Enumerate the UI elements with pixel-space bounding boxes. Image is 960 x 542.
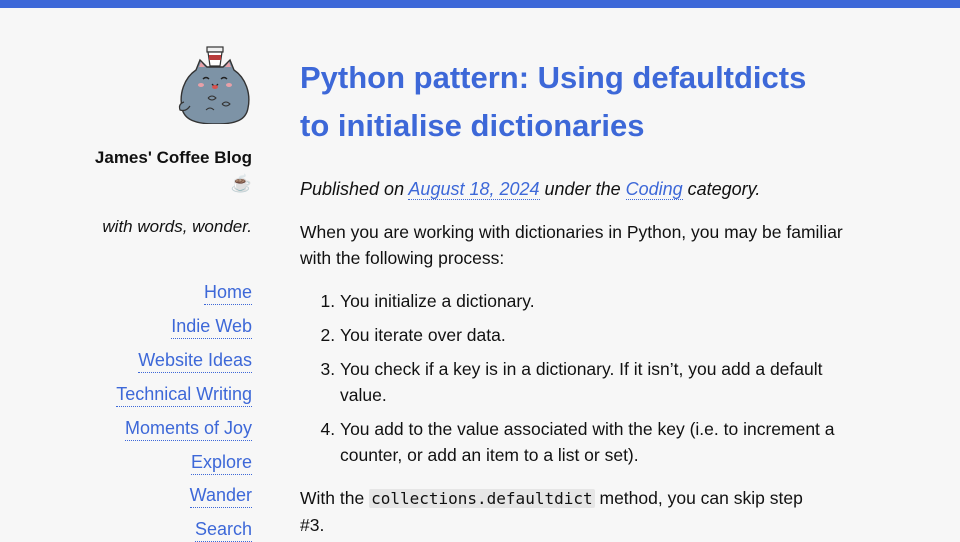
nav-link-explore[interactable]: Explore bbox=[190, 450, 252, 475]
post-content: Python pattern: Using defaultdicts to in… bbox=[300, 54, 880, 535]
p2-text-before: With the bbox=[300, 488, 370, 508]
list-item: You initialize a dictionary. bbox=[340, 288, 860, 314]
list-item: You check if a key is in a dictionary. I… bbox=[340, 356, 860, 408]
meta-category-suffix: category. bbox=[682, 179, 761, 199]
intro-paragraph: When you are working with dictionaries i… bbox=[300, 222, 843, 268]
site-title[interactable]: James' Coffee Blog ☕ bbox=[90, 145, 252, 197]
inline-code: collections.defaultdict bbox=[369, 489, 595, 508]
nav-link-indie-web[interactable]: Indie Web bbox=[171, 314, 252, 339]
list-item: You add to the value associated with the… bbox=[340, 416, 860, 468]
list-item: You iterate over data. bbox=[340, 322, 860, 348]
coffee-cat-avatar-icon[interactable] bbox=[176, 44, 252, 124]
post-category-link[interactable]: Coding bbox=[625, 179, 683, 200]
site-tagline: with words, wonder. bbox=[102, 217, 252, 236]
post-date-link[interactable]: August 18, 2024 bbox=[408, 179, 540, 200]
nav-link-website-ideas[interactable]: Website Ideas bbox=[138, 348, 252, 373]
defaultdict-paragraph: With the collections.defaultdict method,… bbox=[300, 485, 820, 538]
nav-link-home[interactable]: Home bbox=[203, 280, 252, 305]
post-title: Python pattern: Using defaultdicts to in… bbox=[300, 60, 807, 143]
top-accent-bar bbox=[0, 0, 960, 8]
meta-published-label: Published on bbox=[300, 179, 409, 199]
nav-link-wander[interactable]: Wander bbox=[189, 483, 252, 508]
nav-link-moments-of-joy[interactable]: Moments of Joy bbox=[124, 416, 252, 441]
meta-under-label: under the bbox=[539, 179, 626, 199]
nav-link-search[interactable]: Search bbox=[194, 517, 252, 542]
process-steps-list: You initialize a dictionary. You iterate… bbox=[300, 288, 860, 476]
post-meta: Published on August 18, 2024 under the C… bbox=[300, 176, 760, 202]
nav-link-technical-writing[interactable]: Technical Writing bbox=[116, 382, 252, 407]
